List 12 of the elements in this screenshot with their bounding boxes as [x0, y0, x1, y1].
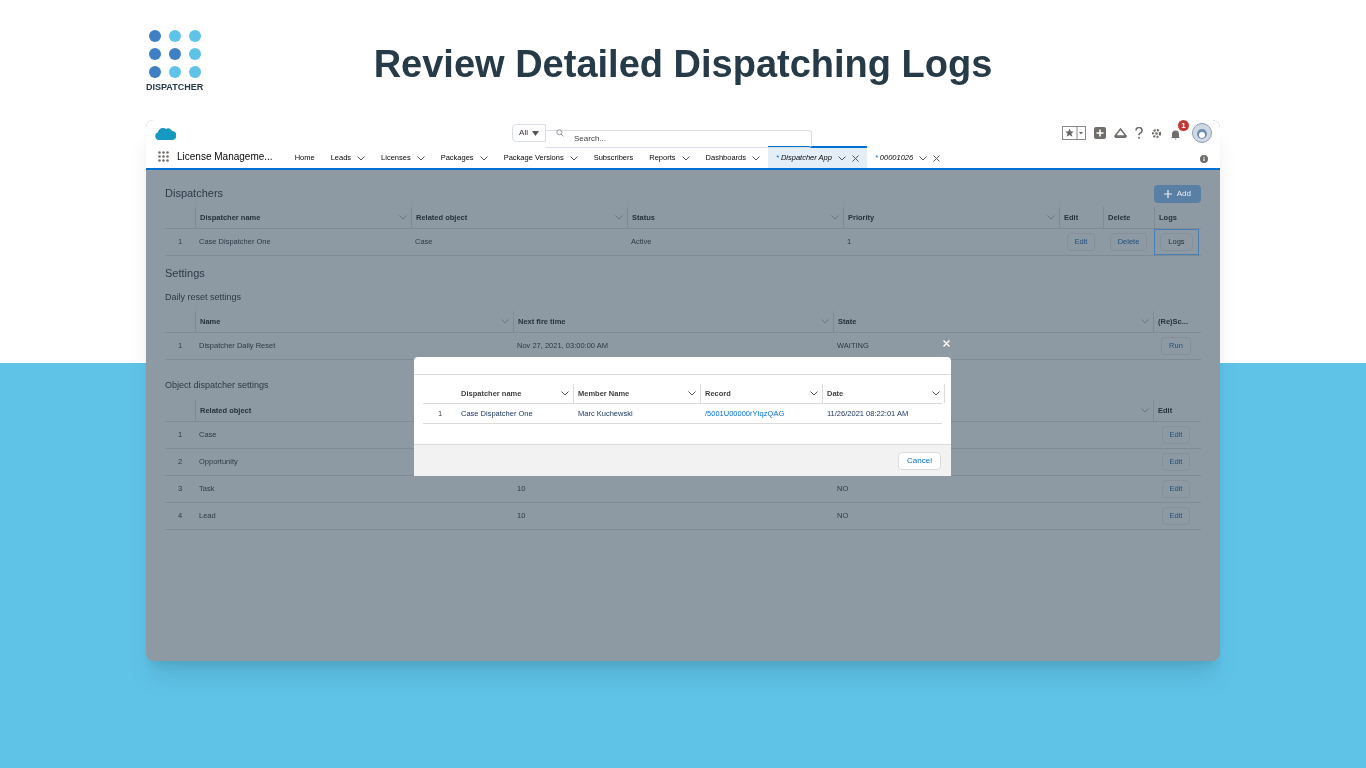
logo-text: DISPATCHER [146, 81, 204, 94]
notification-count: 1 [1178, 120, 1189, 131]
search-field[interactable]: Search... [546, 129, 812, 148]
add-button[interactable]: Add [1153, 184, 1201, 203]
cancel-button[interactable]: Cancel [898, 451, 941, 470]
section-title: Dispatchers [165, 186, 224, 202]
app-name: License Manageme... [177, 150, 273, 164]
search-scope-dropdown[interactable]: All [512, 124, 546, 142]
slide-title: Review Detailed Dispatching Logs [373, 42, 993, 87]
section-title: Settings [165, 266, 205, 281]
subsection-title: Object dispatcher settings [165, 379, 269, 392]
subsection-title: Daily reset settings [165, 291, 242, 304]
